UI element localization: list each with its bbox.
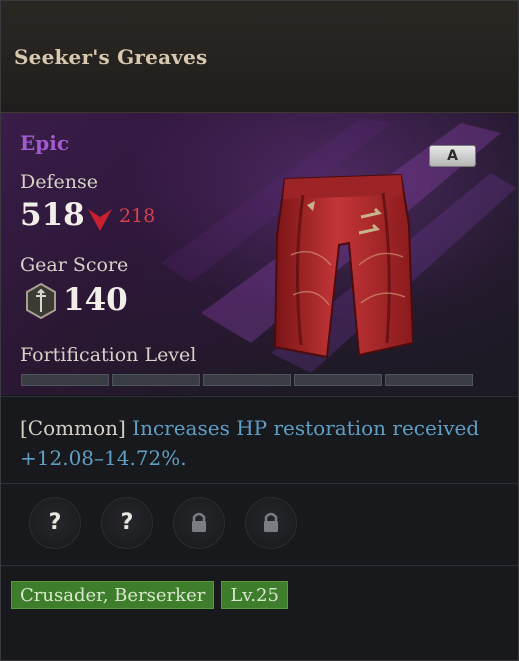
gear-score-icon (26, 283, 56, 319)
tag-row: Crusader, Berserker Lv.25 (11, 581, 288, 609)
level-requirement-tag: Lv.25 (221, 581, 288, 609)
fortification-bar (21, 374, 473, 386)
tooltip-header: Seeker's Greaves (1, 1, 518, 113)
gear-score-value: 140 (63, 282, 128, 318)
defense-value: 518 (20, 197, 85, 233)
grade-badge: A (429, 145, 476, 167)
socket-unknown[interactable]: ? (29, 497, 81, 549)
fortification-label: Fortification Level (20, 344, 197, 366)
item-tooltip: Seeker's Greaves Epic A Defense 518 218 … (0, 0, 519, 661)
fortification-segment (112, 374, 200, 386)
fortification-segment (294, 374, 382, 386)
item-name: Seeker's Greaves (14, 45, 208, 69)
fortification-segment (385, 374, 473, 386)
socket-row: ? ? (1, 483, 518, 566)
socket-locked[interactable] (245, 497, 297, 549)
rarity-label: Epic (20, 131, 70, 155)
effect-prefix: [Common] (20, 416, 126, 440)
class-restriction-tag: Crusader, Berserker (11, 581, 215, 609)
socket-unknown[interactable]: ? (101, 497, 153, 549)
lock-icon (192, 512, 206, 532)
question-icon: ? (120, 510, 134, 535)
defense-label: Defense (20, 171, 98, 193)
defense-diff: 218 (119, 205, 156, 227)
socket-locked[interactable] (173, 497, 225, 549)
stat-decrease-icon (88, 209, 112, 231)
effect-text: [Common] Increases HP restoration receiv… (20, 413, 490, 473)
item-effect: [Common] Increases HP restoration receiv… (1, 396, 518, 484)
fortification-segment (203, 374, 291, 386)
greaves-icon (273, 173, 415, 359)
gear-score-label: Gear Score (20, 254, 129, 276)
fortification-segment (21, 374, 109, 386)
item-overview: Epic A Defense 518 218 Gear Score 140 Fo… (1, 113, 518, 395)
question-icon: ? (48, 510, 62, 535)
lock-icon (264, 512, 278, 532)
